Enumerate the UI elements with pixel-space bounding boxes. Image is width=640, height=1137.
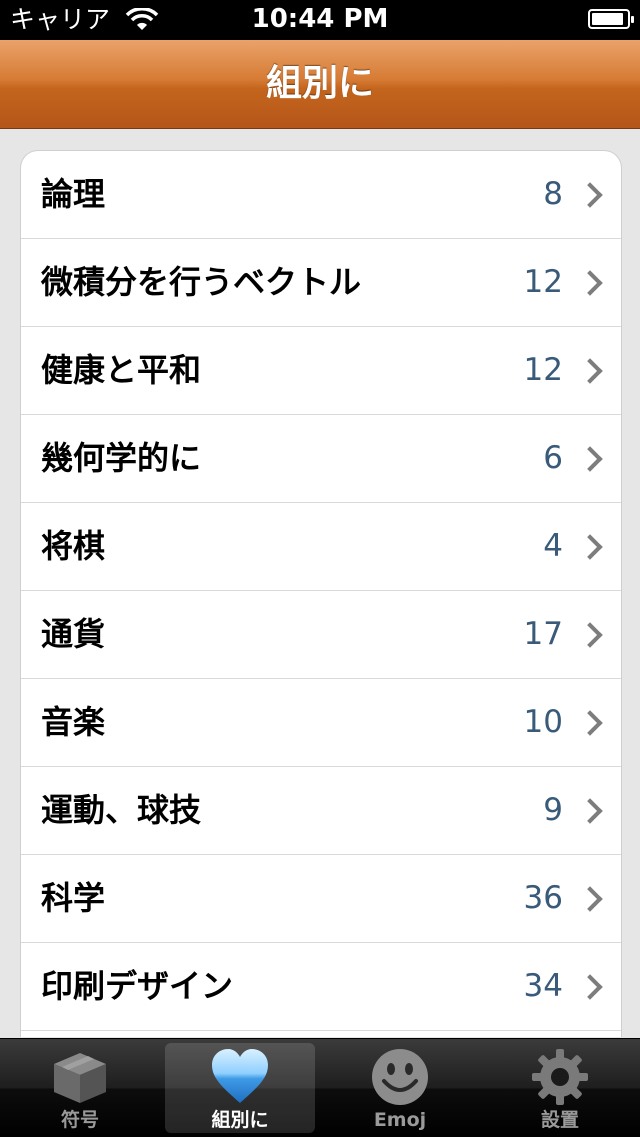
page-title: 組別に [265,63,374,104]
list-item[interactable]: 通貨 17 [21,591,621,679]
list-item[interactable]: 健康と平和 12 [21,327,621,415]
list-item-label: 科学 [41,879,106,917]
chevron-right-icon [577,358,603,384]
list-item[interactable]: 印刷デザイン 34 [21,943,621,1031]
list-item-count: 12 [523,352,563,388]
smiley-icon [372,1049,428,1105]
chevron-right-icon [577,886,603,912]
chevron-right-icon [577,622,603,648]
list-item-label: 微積分を行うベクトル [41,263,362,301]
clock: 10:44 PM [251,4,389,34]
chevron-right-icon [577,974,603,1000]
tab-label: 設置 [540,1109,579,1131]
list-item-label: 運動、球技 [41,791,202,829]
gear-icon [532,1049,588,1105]
status-bar: キャリア 10:44 PM [0,0,640,40]
box-icon [54,1053,106,1103]
list-item[interactable]: 論理 8 [21,151,621,239]
list-item-count: 9 [543,792,563,828]
chevron-right-icon [577,798,603,824]
list-item-count: 4 [543,528,563,564]
tab-by-group[interactable]: 組別に [165,1043,315,1133]
list-item-label: 論理 [41,175,106,213]
chevron-right-icon [577,534,603,560]
list-item-count: 36 [523,880,563,916]
tab-bar: 符号 組別に Emoj 設置 [0,1038,640,1137]
tab-symbols[interactable]: 符号 [5,1043,155,1133]
chevron-right-icon [577,270,603,296]
heart-icon [212,1049,268,1103]
navigation-bar: 組別に [0,40,640,129]
tab-label: Emoj [373,1109,427,1131]
list-item[interactable]: 幾何学的に 6 [21,415,621,503]
chevron-right-icon [577,710,603,736]
list-item-label: 幾何学的に [41,439,202,477]
list-item-count: 10 [523,704,563,740]
list-item-label: 通貨 [41,615,106,653]
list-item-count: 8 [543,176,563,212]
list-item-label: 音楽 [41,703,106,741]
list-item-count: 6 [543,440,563,476]
tab-label: 符号 [60,1109,99,1131]
list-item-count: 34 [523,968,563,1004]
category-list: 論理 8 微積分を行うベクトル 12 健康と平和 12 幾何学的に 6 将棋 4… [20,150,622,1037]
list-item[interactable]: 将棋 4 [21,503,621,591]
list-item-label: 印刷デザイン [41,967,234,1005]
list-item[interactable]: 科学 36 [21,855,621,943]
tab-settings[interactable]: 設置 [485,1043,635,1133]
list-item[interactable]: 運動、球技 9 [21,767,621,855]
list-item[interactable]: 音楽 10 [21,679,621,767]
chevron-right-icon [577,182,603,208]
list-item-label: 健康と平和 [41,351,202,389]
list-item-label: 将棋 [41,527,106,565]
list-item-count: 12 [523,264,563,300]
chevron-right-icon [577,446,603,472]
list-item-count: 17 [523,616,563,652]
battery-level [592,13,623,25]
battery-icon [588,9,634,29]
tab-emoji[interactable]: Emoj [325,1043,475,1133]
list-item[interactable]: 微積分を行うベクトル 12 [21,239,621,327]
tab-label: 組別に [211,1109,269,1131]
